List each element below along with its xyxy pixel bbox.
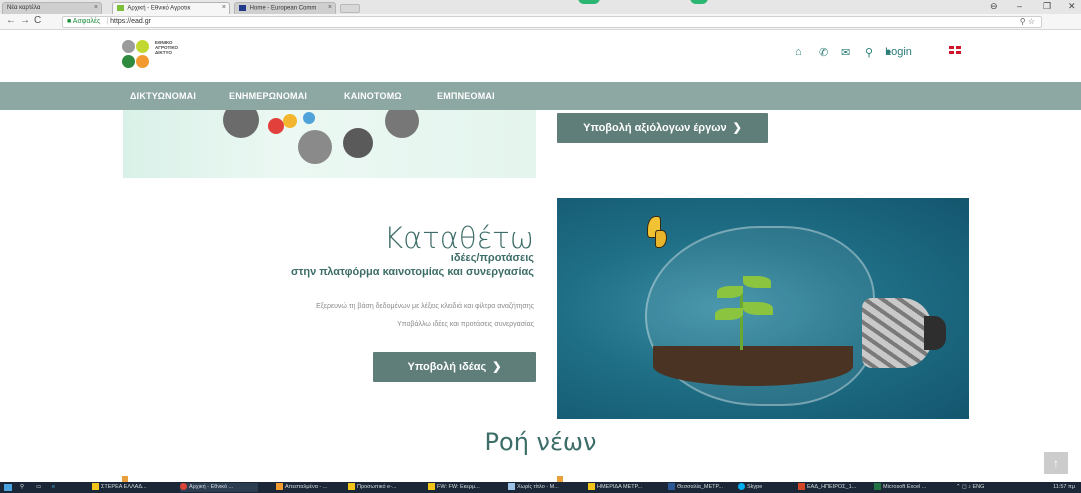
taskbar-item[interactable]: Microsoft Excel ... — [874, 483, 946, 492]
taskbar-item[interactable]: ΗΜΕΡΙΔΑ ΜΕΤΡ... — [588, 483, 660, 492]
taskbar-item[interactable]: ΕΑΔ_ΗΠΕΙΡΟΣ_1... — [798, 483, 870, 492]
search-icon[interactable]: ⚲ — [865, 46, 873, 59]
site-favicon-icon — [117, 5, 124, 11]
chevron-right-icon: ❯ — [732, 122, 742, 134]
scroll-to-top-button[interactable]: ↑ — [1044, 452, 1068, 474]
idea-description: Εξερευνώ τη βάση δεδομένων με λέξεις κλε… — [316, 303, 534, 310]
page-heading-fragment — [578, 0, 600, 4]
taskbar-item[interactable]: ΣΤΕΡΕΑ ΕΛΛΑΔ... — [92, 483, 162, 492]
powerpoint-icon — [798, 483, 805, 491]
taskbar-item[interactable]: Απεσταλμένα - ... — [276, 483, 346, 492]
uk-flag-icon[interactable] — [949, 46, 961, 54]
folder-icon — [92, 483, 99, 491]
page-heading-fragment — [690, 0, 708, 4]
taskbar-item[interactable]: Skype — [738, 483, 778, 492]
reload-icon[interactable]: C — [34, 15, 41, 26]
close-icon[interactable]: × — [94, 4, 98, 11]
eu-flag-icon — [239, 5, 246, 11]
butterfly-icon — [645, 216, 675, 256]
close-icon[interactable]: × — [328, 4, 332, 11]
back-icon[interactable]: ← — [6, 15, 16, 26]
browser-tabstrip: Νέα καρτέλα × Αρχική - Εθνικό Αγροτικ × … — [0, 0, 1081, 14]
forward-icon[interactable]: → — [20, 15, 30, 26]
lightbulb-plant-image — [557, 198, 969, 419]
edge-icon[interactable]: e — [52, 483, 62, 492]
taskbar-item[interactable]: Αρχική - Εθνικό ... — [180, 483, 258, 492]
chevron-right-icon: ❯ — [492, 361, 502, 373]
browser-tab-new[interactable]: Νέα καρτέλα × — [2, 2, 102, 14]
main-nav: ΔΙΚΤΥΩΝΟΜΑΙ ΕΝΗΜΕΡΩΝΟΜΑΙ ΚΑΙΝΟΤΟΜΩ ΕΜΠΝΕ… — [0, 82, 1081, 110]
new-tab-button[interactable] — [340, 4, 360, 13]
profile-icon[interactable]: ⊖ — [990, 1, 998, 12]
mail-icon — [276, 483, 283, 491]
windows-start-icon[interactable] — [4, 484, 12, 491]
browser-toolbar: ← → C ■ Ασφαλές | https://ead.gr ⚲ ☆ — [0, 14, 1081, 30]
task-view-icon[interactable]: ▭ — [36, 483, 46, 492]
teamwork-image — [123, 110, 536, 178]
tab-label: Home - European Comm — [249, 5, 317, 12]
nav-item-kainotomo[interactable]: ΚΑΙΝΟΤΟΜΩ — [344, 91, 402, 101]
arrow-up-icon: ↑ — [1053, 456, 1059, 470]
idea-title: Καταθέτω — [384, 221, 534, 255]
nav-item-empneomai[interactable]: ΕΜΠΝΕΟΜΑΙ — [437, 91, 495, 101]
bookmark-star-icon[interactable]: ☆ — [1028, 17, 1035, 26]
idea-subtitle: ιδέες/προτάσεις — [450, 252, 534, 264]
taskbar-item[interactable]: Χωρίς τίτλο - Μ... — [508, 483, 580, 492]
login-label: Login — [885, 46, 912, 58]
nav-item-enimeronomai[interactable]: ΕΝΗΜΕΡΩΝΟΜΑΙ — [229, 91, 307, 101]
taskbar-clock: 11:57 πμ — [1053, 484, 1075, 490]
language-indicator: ENG — [972, 484, 985, 490]
nav-item-diktyonomai[interactable]: ΔΙΚΤΥΩΝΟΜΑΙ — [130, 91, 196, 101]
envelope-icon[interactable]: ✉ — [841, 46, 850, 59]
skype-icon — [738, 483, 745, 491]
folder-icon — [348, 483, 355, 491]
idea-description: Υποβάλλω ιδέες και προτάσεις συνεργασίας — [397, 321, 534, 328]
search-icon[interactable]: ⚲ — [20, 483, 30, 492]
tab-label: Νέα καρτέλα — [7, 5, 41, 11]
taskbar-item[interactable]: FW: FW: Εκερμ... — [428, 483, 500, 492]
windows-taskbar: ⚲ ▭ e ΣΤΕΡΕΑ ΕΛΛΑΔ... Αρχική - Εθνικό ..… — [0, 482, 1081, 493]
paint-icon — [508, 483, 515, 491]
url-text: https://ead.gr — [110, 18, 151, 25]
maximize-icon[interactable]: ❐ — [1043, 1, 1051, 12]
address-bar[interactable]: ■ Ασφαλές | https://ead.gr ⚲ ☆ — [62, 16, 1042, 28]
site-logo[interactable]: ΕΘΝΙΚΟ ΑΓΡΟΤΙΚΟ ΔΙΚΤΥΟ — [122, 38, 232, 72]
folder-icon — [428, 483, 435, 491]
excel-icon — [874, 483, 881, 491]
chrome-icon — [180, 483, 187, 491]
minimize-icon[interactable]: – — [1017, 1, 1022, 11]
zoom-icon[interactable]: ⚲ — [1020, 17, 1026, 26]
browser-tab-ec[interactable]: Home - European Comm × — [234, 2, 336, 14]
close-window-icon[interactable]: ✕ — [1068, 1, 1076, 12]
taskbar-item[interactable]: Προσωπικό e-... — [348, 483, 420, 492]
close-icon[interactable]: × — [222, 4, 226, 11]
system-tray[interactable]: ⌃ ◻ ♪ ENG — [956, 483, 1016, 492]
secure-label: Ασφαλές — [72, 18, 101, 25]
news-section-title: Ροή νέων — [484, 428, 597, 456]
home-icon[interactable]: ⌂ — [795, 46, 802, 58]
phone-icon[interactable]: ✆ — [819, 46, 828, 59]
word-icon — [668, 483, 675, 491]
browser-tab-ead[interactable]: Αρχική - Εθνικό Αγροτικ × — [112, 2, 230, 14]
taskbar-item[interactable]: Θεσσαλία_ΜΕΤΡ... — [668, 483, 730, 492]
submit-idea-button[interactable]: Υποβολή ιδέας ❯ — [373, 352, 536, 382]
tab-label: Αρχική - Εθνικό Αγροτικ — [127, 5, 191, 12]
submit-projects-button[interactable]: Υποβολή αξιόλογων έργων ❯ — [557, 113, 768, 143]
lock-icon: ■ — [67, 18, 72, 25]
idea-subtitle-platform: στην πλατφόρμα καινοτομίας και συνεργασί… — [290, 266, 534, 278]
folder-icon — [588, 483, 595, 491]
